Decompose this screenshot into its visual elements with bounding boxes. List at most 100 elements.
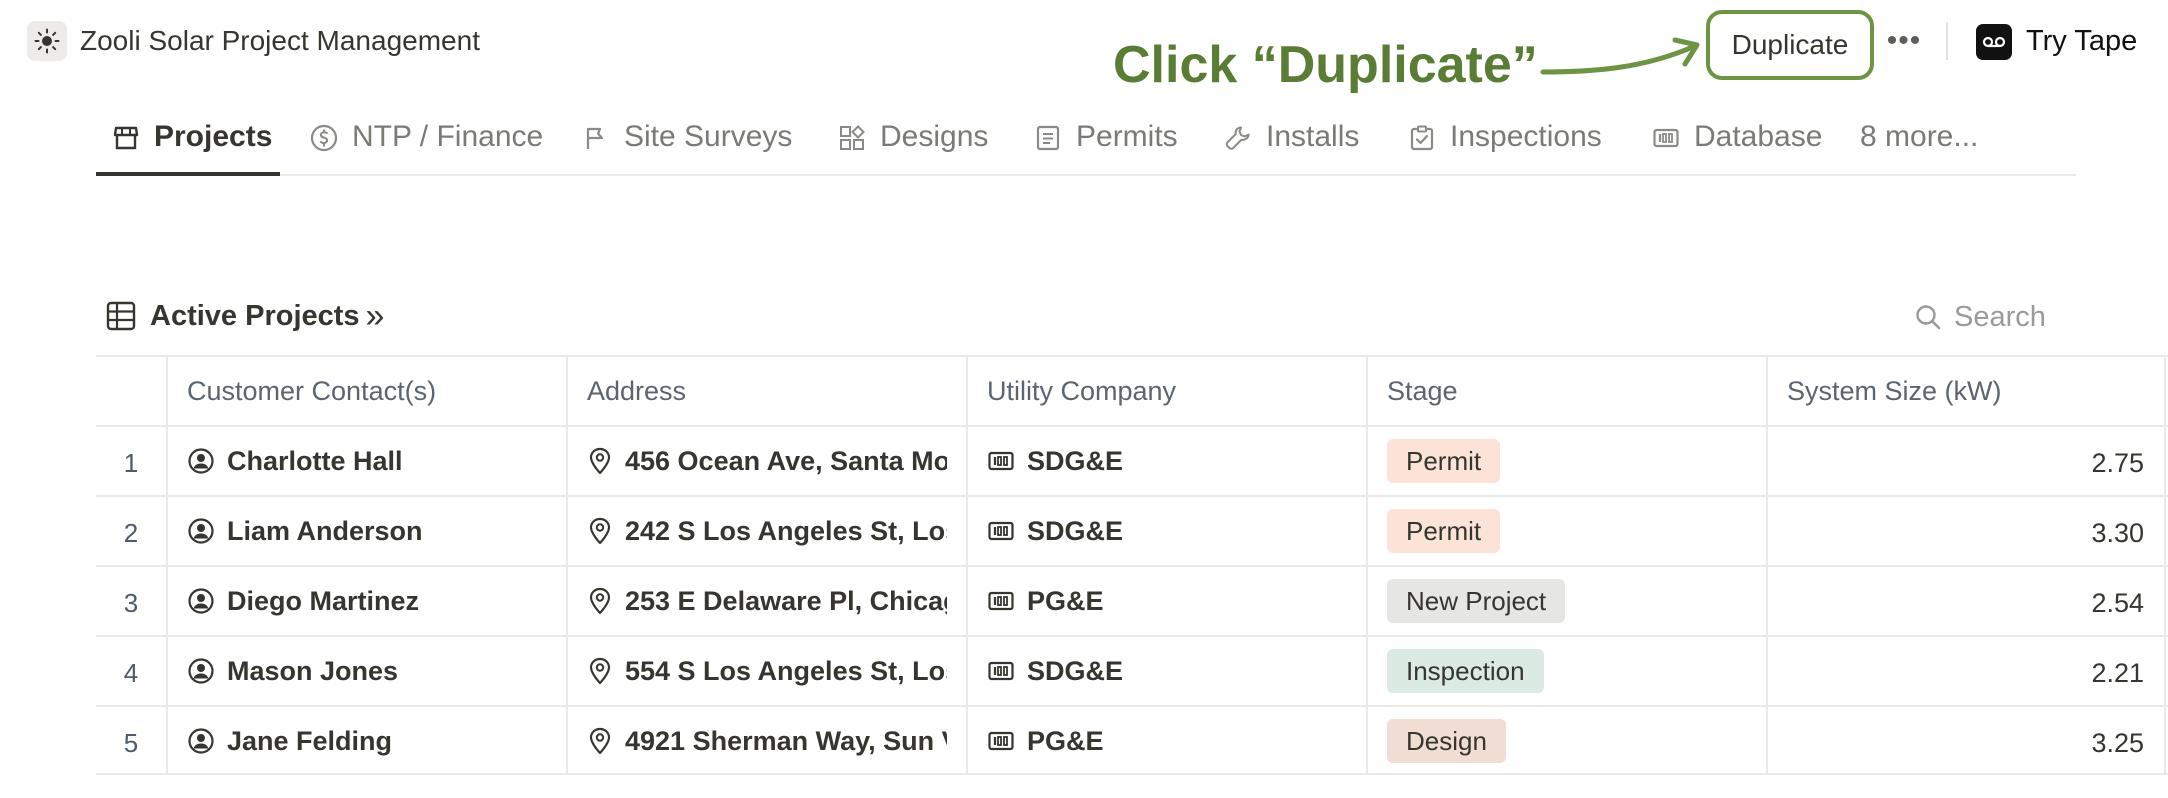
contact-name: Mason Jones: [227, 655, 399, 686]
location-pin-icon: [589, 517, 611, 545]
address-cell[interactable]: 554 S Los Angeles St, Los Angeles: [566, 637, 966, 705]
search-icon: [1916, 305, 1941, 330]
contact-name: Liam Anderson: [227, 515, 423, 546]
system-size-cell[interactable]: 3.25: [1766, 707, 2166, 775]
contact-name: Jane Felding: [227, 725, 393, 756]
database-icon: [988, 451, 1014, 471]
database-icon: [988, 661, 1014, 681]
document-icon: [1036, 125, 1060, 151]
shapes-icon: [840, 125, 865, 150]
utility-name: SDG&E: [1027, 655, 1124, 686]
location-pin-icon: [589, 587, 611, 615]
tape-logo-icon[interactable]: [1976, 24, 2012, 60]
column-header-utility[interactable]: Utility Company: [966, 357, 1366, 425]
chevron-double-right-icon[interactable]: »: [366, 299, 385, 333]
tab-database[interactable]: Database: [1652, 108, 1822, 176]
tab-installs[interactable]: Installs: [1224, 108, 1359, 176]
system-size-cell[interactable]: 3.30: [1766, 497, 2166, 565]
utility-name: PG&E: [1027, 725, 1104, 756]
utility-cell[interactable]: PG&E: [966, 707, 1366, 775]
address-cell[interactable]: 456 Ocean Ave, Santa Monica: [566, 427, 966, 495]
active-tab-indicator: [96, 172, 280, 176]
table-row[interactable]: 4 Mason Jones 554 S Los Angeles St, Los An…: [96, 635, 2168, 705]
system-size-cell[interactable]: 2.54: [1766, 567, 2166, 635]
stage-cell[interactable]: Permit: [1366, 497, 1766, 565]
try-tape-link[interactable]: Try Tape: [2026, 22, 2137, 60]
utility-name: SDG&E: [1027, 515, 1124, 546]
address-text: 253 E Delaware Pl, Chicago: [625, 585, 947, 616]
person-icon: [188, 518, 214, 544]
search-input[interactable]: Search: [1954, 301, 2046, 334]
person-icon: [188, 728, 214, 754]
address-cell[interactable]: 242 S Los Angeles St, Los Angeles: [566, 497, 966, 565]
search-button[interactable]: Search: [1914, 298, 2046, 336]
utility-cell[interactable]: SDG&E: [966, 637, 1366, 705]
clipboard-check-icon: [1410, 125, 1434, 151]
location-pin-icon: [589, 447, 611, 475]
table-icon: [106, 301, 136, 331]
contact-cell[interactable]: Charlotte Hall: [166, 427, 566, 495]
duplicate-button[interactable]: Duplicate: [1706, 10, 1874, 80]
contact-cell[interactable]: Jane Felding: [166, 707, 566, 775]
row-number: 1: [123, 447, 139, 478]
utility-cell[interactable]: SDG&E: [966, 427, 1366, 495]
column-header-system-size[interactable]: System Size (kW): [1766, 357, 2166, 425]
stage-tag: New Project: [1387, 579, 1566, 623]
tab-label: Site Surveys: [624, 120, 793, 153]
column-header-stage[interactable]: Stage: [1366, 357, 1766, 425]
view-title: Active Projects: [150, 299, 360, 332]
contact-cell[interactable]: Liam Anderson: [166, 497, 566, 565]
row-number-header: [96, 357, 166, 425]
store-icon: [113, 126, 139, 150]
address-cell[interactable]: 253 E Delaware Pl, Chicago: [566, 567, 966, 635]
row-number: 3: [123, 587, 139, 618]
address-cell[interactable]: 4921 Sherman Way, Sun Valley: [566, 707, 966, 775]
utility-name: SDG&E: [1027, 445, 1124, 476]
tab-designs[interactable]: Designs: [838, 108, 988, 176]
more-options-icon[interactable]: •••: [1880, 20, 1928, 62]
location-pin-icon: [589, 727, 611, 755]
utility-cell[interactable]: SDG&E: [966, 497, 1366, 565]
person-icon: [188, 448, 214, 474]
tab-permits[interactable]: Permits: [1034, 108, 1178, 176]
table-row[interactable]: 3 Diego Martinez 253 E Delaware Pl, Chicag…: [96, 565, 2168, 635]
table-row[interactable]: 5 Jane Felding 4921 Sherman Way, Sun Valle…: [96, 705, 2168, 775]
address-text: 4921 Sherman Way, Sun Valley: [625, 725, 947, 756]
row-number: 5: [123, 727, 139, 758]
system-size-cell[interactable]: 2.75: [1766, 427, 2166, 495]
column-header-contact[interactable]: Customer Contact(s): [166, 357, 566, 425]
flag-icon: [586, 127, 604, 149]
stage-tag: Permit: [1387, 509, 1501, 553]
table-row[interactable]: 1 Charlotte Hall 456 Ocean Ave, Santa Moni…: [96, 425, 2168, 495]
table-row[interactable]: 2 Liam Anderson 242 S Los Angeles St, Lo s …: [96, 495, 2168, 565]
row-number: 4: [123, 657, 139, 688]
tab-projects[interactable]: Projects: [112, 108, 272, 176]
location-pin-icon: [589, 657, 611, 685]
view-selector[interactable]: Active Projects »: [106, 296, 384, 336]
tab-label: 8 more...: [1860, 120, 1979, 153]
row-number: 2: [123, 517, 139, 548]
divider: [1946, 22, 1948, 60]
tab-inspections[interactable]: Inspections: [1408, 108, 1602, 176]
system-size-cell[interactable]: 2.21: [1766, 637, 2166, 705]
address-text: 554 S Los Angeles St, Los Angeles: [625, 655, 947, 686]
stage-cell[interactable]: Design: [1366, 707, 1766, 775]
page-title[interactable]: Zooli Solar Project Management: [80, 22, 480, 60]
contact-cell[interactable]: Mason Jones: [166, 637, 566, 705]
stage-cell[interactable]: Permit: [1366, 427, 1766, 495]
sun-icon[interactable]: [27, 21, 67, 61]
stage-tag: Permit: [1387, 439, 1501, 483]
tab-label: Database: [1694, 120, 1823, 153]
annotation-arrow-icon: [1540, 37, 1700, 75]
stage-cell[interactable]: Inspection: [1366, 637, 1766, 705]
utility-cell[interactable]: PG&E: [966, 567, 1366, 635]
tab-more[interactable]: 8 more...: [1860, 108, 1978, 176]
stage-cell[interactable]: New Project: [1366, 567, 1766, 635]
contact-name: Diego Martinez: [227, 585, 420, 616]
column-header-address[interactable]: Address: [566, 357, 966, 425]
tab-site-surveys[interactable]: Site Surveys: [582, 108, 792, 176]
dollar-circle-icon: [310, 124, 338, 152]
contact-cell[interactable]: Diego Martinez: [166, 567, 566, 635]
tab-ntp-finance[interactable]: NTP / Finance: [310, 108, 543, 176]
stage-tag: Inspection: [1387, 649, 1544, 693]
